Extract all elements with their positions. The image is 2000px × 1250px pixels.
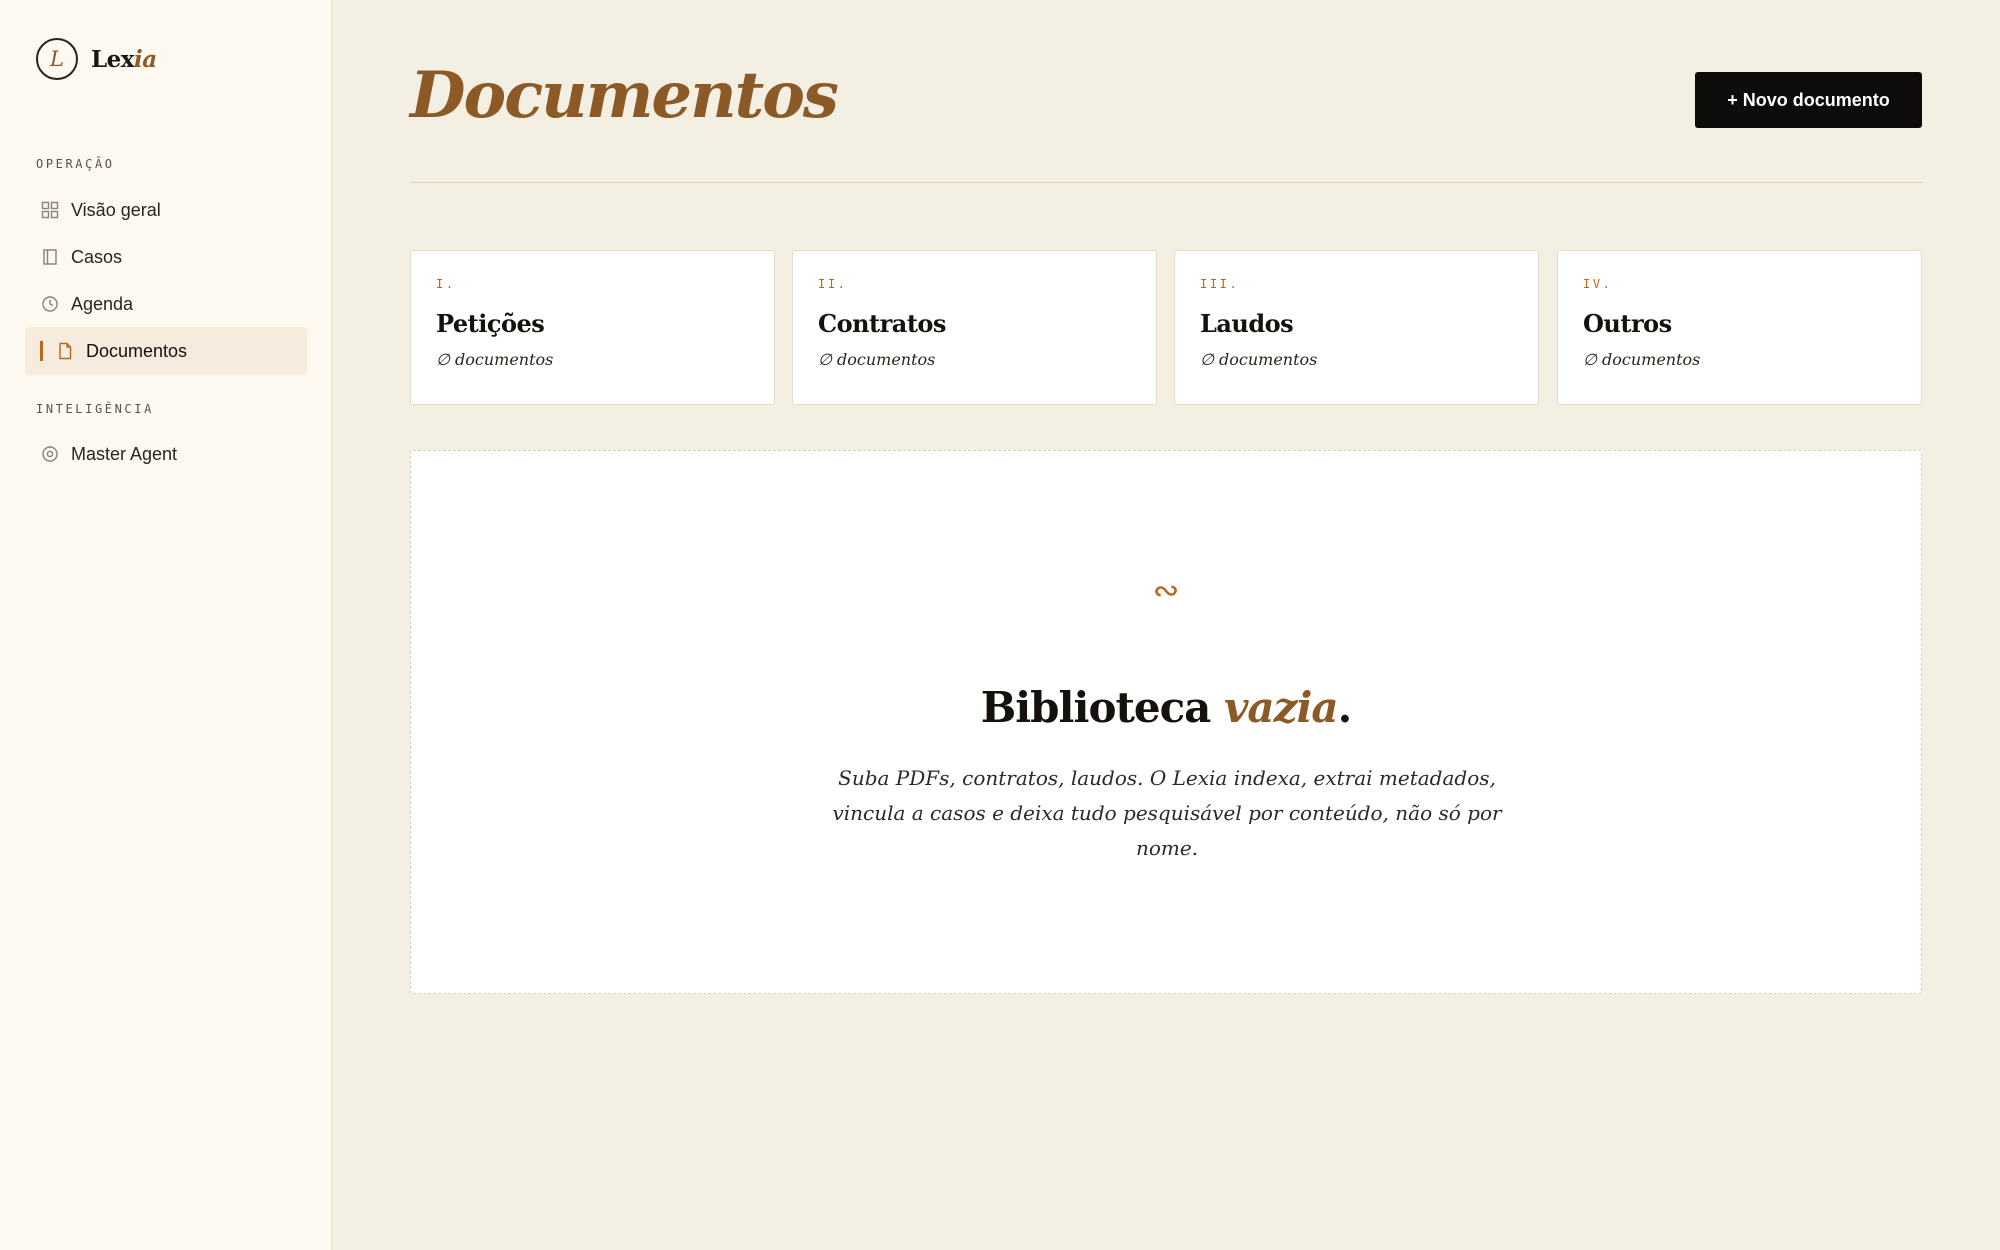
category-numeral: II.: [818, 277, 848, 291]
grid-icon: [40, 201, 59, 220]
category-numeral: III.: [1200, 277, 1240, 291]
category-count: ∅ documentos: [818, 350, 936, 369]
clock-icon: [40, 295, 59, 314]
sidebar-item-casos[interactable]: Casos: [25, 233, 307, 281]
empty-state-title: Biblioteca vazia.: [980, 683, 1353, 732]
section-label-operacao: OPERAÇÃO: [36, 157, 115, 171]
page-title: Documentos: [410, 58, 839, 133]
category-count: ∅ documentos: [1583, 350, 1701, 369]
sidebar-item-agenda[interactable]: Agenda: [25, 280, 307, 328]
file-icon: [55, 342, 74, 361]
target-icon: [40, 445, 59, 464]
category-count: ∅ documentos: [1200, 350, 1318, 369]
header-divider: [410, 182, 1922, 183]
empty-state-description: Suba PDFs, contratos, laudos. O Lexia in…: [832, 766, 1502, 860]
category-card-peticoes[interactable]: I. Petições ∅ documentos: [410, 250, 775, 405]
sidebar-item-label: Visão geral: [71, 199, 161, 220]
sidebar-item-label: Agenda: [71, 293, 134, 314]
sidebar-item-visao-geral[interactable]: Visão geral: [25, 186, 307, 234]
sidebar-item-label: Master Agent: [71, 443, 178, 464]
category-count: ∅ documentos: [436, 350, 554, 369]
category-title: Laudos: [1200, 309, 1294, 338]
category-numeral: I.: [436, 277, 456, 291]
category-title: Outros: [1583, 309, 1672, 338]
active-indicator: [40, 341, 43, 361]
new-document-button[interactable]: + Novo documento: [1695, 72, 1922, 128]
section-label-inteligencia: INTELIGÊNCIA: [36, 402, 154, 416]
sidebar-item-documentos[interactable]: Documentos: [25, 327, 307, 375]
brand-logo[interactable]: L Lexia: [36, 38, 157, 80]
sidebar-item-label: Casos: [71, 246, 123, 267]
category-card-laudos[interactable]: III. Laudos ∅ documentos: [1174, 250, 1539, 405]
sidebar: L Lexia OPERAÇÃO Visão geral Casos Agend…: [0, 0, 332, 1250]
category-title: Contratos: [818, 309, 946, 338]
sidebar-item-master-agent[interactable]: Master Agent: [25, 430, 307, 478]
category-card-contratos[interactable]: II. Contratos ∅ documentos: [792, 250, 1157, 405]
category-numeral: IV.: [1583, 277, 1613, 291]
book-icon: [40, 248, 59, 267]
category-title: Petições: [436, 309, 545, 338]
category-card-outros[interactable]: IV. Outros ∅ documentos: [1557, 250, 1922, 405]
brand-mark: L: [36, 38, 78, 80]
sidebar-item-label: Documentos: [86, 340, 188, 361]
brand-name: Lexia: [91, 45, 157, 73]
wave-icon: ∾: [1152, 571, 1180, 609]
empty-library-dropzone[interactable]: ∾ Biblioteca vazia. Suba PDFs, contratos…: [410, 450, 1922, 994]
